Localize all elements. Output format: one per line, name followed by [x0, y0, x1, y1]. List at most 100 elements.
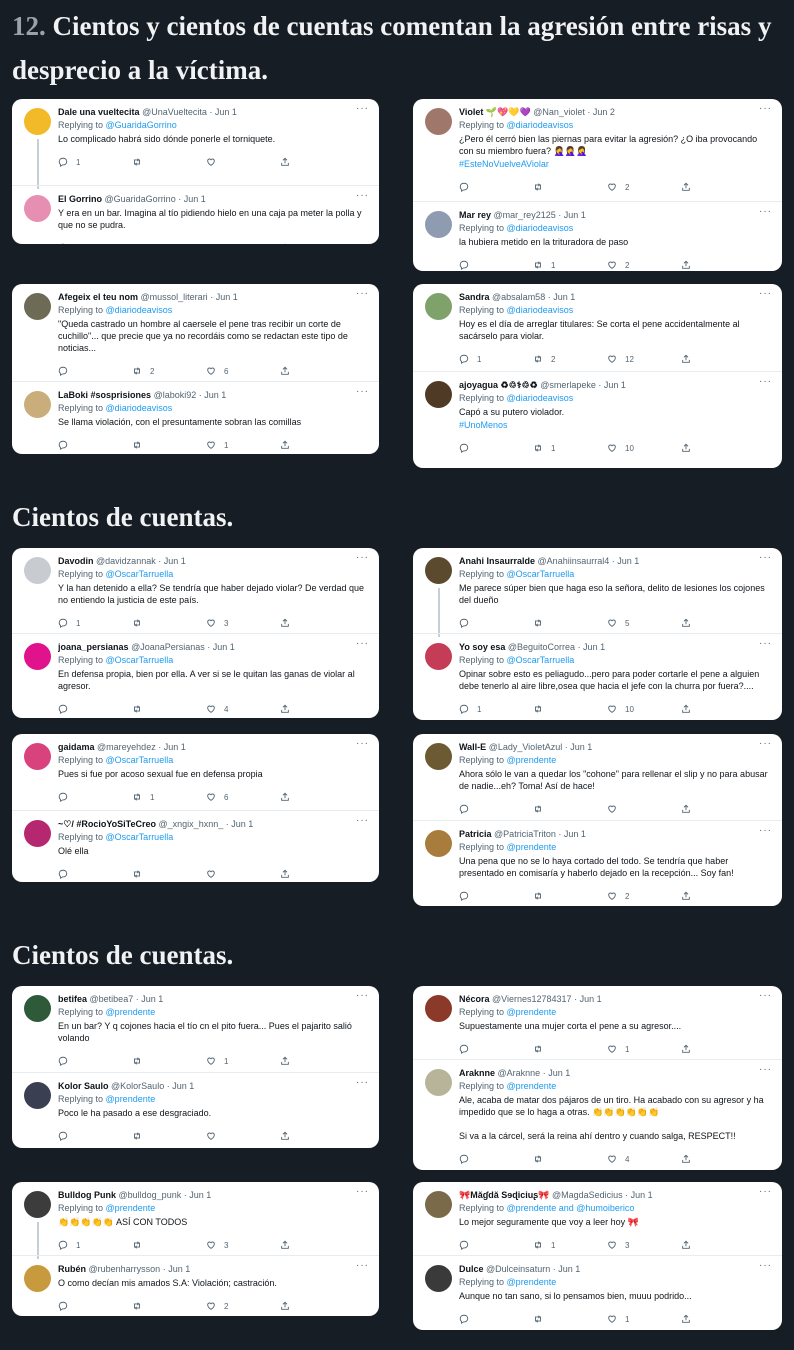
avatar[interactable] — [425, 381, 452, 408]
tweet[interactable]: ~♡/ #RocioYoSiTeCreo @_xngix_hxnn_ · Jun… — [12, 810, 379, 882]
tweet[interactable]: Mar rey @mar_rey2125 · Jun 1 ··· Replying … — [413, 201, 782, 271]
avatar[interactable] — [24, 1082, 51, 1109]
tweet-date[interactable]: · Jun 1 — [199, 390, 227, 400]
share-button[interactable] — [681, 354, 721, 364]
avatar[interactable] — [425, 293, 452, 320]
display-name[interactable]: Sandra — [459, 292, 490, 302]
retweet-button[interactable] — [132, 157, 172, 167]
display-name[interactable]: Nécora — [459, 994, 490, 1004]
like-button[interactable]: 2 — [607, 891, 647, 901]
retweet-button[interactable]: 1 — [132, 792, 172, 802]
retweet-button[interactable] — [132, 704, 172, 714]
reply-handle[interactable]: @OscarTarruella — [106, 755, 174, 765]
retweet-button[interactable] — [132, 440, 172, 450]
retweet-button[interactable] — [533, 1314, 573, 1324]
tweet-date[interactable]: · Jun 1 — [548, 292, 576, 302]
tweet[interactable]: Violet 🌱💖💛💜 @Nan_violet · Jun 2 ··· Replyi… — [413, 99, 782, 201]
share-button[interactable] — [280, 869, 320, 879]
avatar[interactable] — [425, 557, 452, 584]
tweet[interactable]: gaidama @mareyehdez · Jun 1 ··· Replying t… — [12, 734, 379, 810]
tweet-date[interactable]: · Jun 1 — [565, 742, 593, 752]
retweet-button[interactable] — [132, 869, 172, 879]
share-button[interactable] — [280, 1301, 320, 1311]
reply-button[interactable] — [459, 891, 499, 901]
avatar[interactable] — [24, 995, 51, 1022]
avatar[interactable] — [24, 643, 51, 670]
share-button[interactable] — [280, 1131, 320, 1141]
tweet-date[interactable]: · Jun 1 — [167, 1081, 195, 1091]
more-options-icon[interactable]: ··· — [759, 376, 772, 387]
user-handle[interactable]: @JoanaPersianas — [131, 642, 205, 652]
display-name[interactable]: Araknne — [459, 1068, 495, 1078]
share-button[interactable] — [681, 1314, 721, 1324]
tweet[interactable]: Nécora @Viernes12784317 · Jun 1 ··· Replyi… — [413, 986, 782, 1059]
retweet-button[interactable] — [132, 1301, 172, 1311]
share-button[interactable] — [280, 157, 320, 167]
retweet-button[interactable] — [533, 1044, 573, 1054]
reply-button[interactable] — [58, 440, 98, 450]
more-options-icon[interactable]: ··· — [356, 1260, 369, 1271]
reply-button[interactable] — [58, 1056, 98, 1066]
display-name[interactable]: Mar rey — [459, 210, 491, 220]
more-options-icon[interactable]: ··· — [759, 103, 772, 114]
reply-button[interactable] — [459, 182, 499, 192]
retweet-button[interactable] — [533, 182, 573, 192]
user-handle[interactable]: @smerlapeke — [540, 380, 596, 390]
tweet[interactable]: Rubén @rubenharrysson · Jun 1 ··· O como d… — [12, 1255, 379, 1316]
reply-button[interactable]: 1 — [58, 157, 98, 167]
like-button[interactable]: 1 — [206, 1056, 246, 1066]
like-button[interactable]: 2 — [607, 182, 647, 192]
more-options-icon[interactable]: ··· — [356, 103, 369, 114]
reply-button[interactable] — [459, 804, 499, 814]
tweet-date[interactable]: · Jun 1 — [226, 819, 254, 829]
avatar[interactable] — [24, 557, 51, 584]
hashtag[interactable]: #UnoMenos — [459, 419, 768, 431]
hashtag[interactable]: #EsteNoVuelveAViolar — [459, 158, 768, 170]
tweet-date[interactable]: · Jun 1 — [558, 210, 586, 220]
display-name[interactable]: betifea — [58, 994, 87, 1004]
like-button[interactable] — [206, 869, 246, 879]
display-name[interactable]: joana_persianas — [58, 642, 129, 652]
like-button[interactable]: 3 — [206, 618, 246, 628]
retweet-button[interactable] — [533, 704, 573, 714]
reply-handle[interactable]: @diariodeavisos — [507, 393, 574, 403]
tweet-date[interactable]: · Jun 1 — [210, 292, 238, 302]
share-button[interactable] — [681, 1240, 721, 1250]
more-options-icon[interactable]: ··· — [356, 638, 369, 649]
like-button[interactable]: 3 — [206, 1240, 246, 1250]
tweet[interactable]: Kolor Saulo @KolorSaulo · Jun 1 ··· Replyi… — [12, 1072, 379, 1148]
retweet-button[interactable]: 1 — [533, 260, 573, 270]
reply-button[interactable] — [58, 243, 98, 244]
share-button[interactable] — [681, 260, 721, 270]
reply-button[interactable] — [58, 1301, 98, 1311]
avatar[interactable] — [24, 820, 51, 847]
more-options-icon[interactable]: ··· — [759, 990, 772, 1001]
reply-button[interactable]: 1 — [459, 704, 499, 714]
more-options-icon[interactable]: ··· — [356, 552, 369, 563]
display-name[interactable]: gaidama — [58, 742, 95, 752]
like-button[interactable]: 5 — [607, 618, 647, 628]
reply-handle[interactable]: @prendente — [106, 1203, 156, 1213]
avatar[interactable] — [24, 743, 51, 770]
more-options-icon[interactable]: ··· — [356, 1186, 369, 1197]
share-button[interactable] — [681, 443, 721, 453]
more-options-icon[interactable]: ··· — [759, 638, 772, 649]
tweet[interactable]: LaBoki #sosprisiones @laboki92 · Jun 1 ··… — [12, 381, 379, 454]
reply-handle[interactable]: @GuaridaGorrino — [106, 120, 177, 130]
tweet[interactable]: ajoyagua ♻♲⚕♲♻ @smerlapeke · Jun 1 ··· Rep… — [413, 371, 782, 468]
reply-handle[interactable]: @OscarTarruella — [106, 832, 174, 842]
user-handle[interactable]: @absalam58 — [492, 292, 545, 302]
reply-handle[interactable]: @diariodeavisos — [106, 305, 173, 315]
tweet-date[interactable]: · Jun 1 — [207, 642, 235, 652]
reply-button[interactable] — [459, 1154, 499, 1164]
tweet-date[interactable]: · Jun 2 — [587, 107, 615, 117]
avatar[interactable] — [425, 211, 452, 238]
like-button[interactable]: 4 — [206, 704, 246, 714]
user-handle[interactable]: @mareyehdez — [97, 742, 156, 752]
retweet-button[interactable]: 1 — [533, 1240, 573, 1250]
display-name[interactable]: Rubén — [58, 1264, 86, 1274]
like-button[interactable]: 6 — [206, 366, 246, 376]
user-handle[interactable]: @MagdaSedicius — [552, 1190, 623, 1200]
reply-handle[interactable]: @prendente and @humoiberico — [507, 1203, 635, 1213]
user-handle[interactable]: @betibea7 — [90, 994, 134, 1004]
